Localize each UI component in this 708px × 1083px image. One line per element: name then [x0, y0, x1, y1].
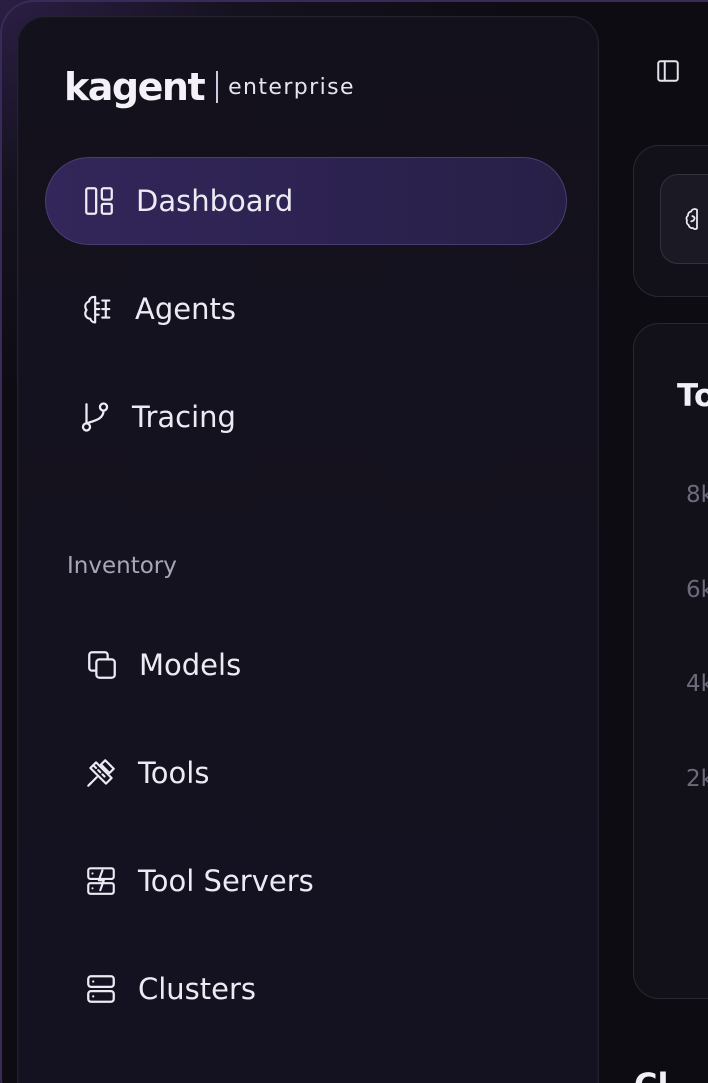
brand-subtitle: enterprise — [228, 75, 355, 100]
y-tick-label: 4k — [686, 671, 708, 697]
sidebar-item-label: Models — [139, 648, 242, 682]
sidebar-item-tool-servers[interactable]: Tool Servers — [84, 864, 314, 898]
y-tick-label: 8k — [686, 482, 708, 508]
dashboard-icon — [82, 184, 116, 218]
git-branch-icon — [78, 400, 112, 434]
copy-icon — [85, 648, 119, 682]
sidebar-item-models[interactable]: Models — [85, 648, 241, 682]
tools-icon — [84, 756, 118, 790]
panel-left-icon — [657, 60, 679, 82]
stat-card-icon-box — [660, 174, 708, 264]
brand[interactable]: kagent enterprise — [64, 62, 355, 112]
sidebar-toggle-button[interactable] — [655, 58, 681, 84]
server-icon — [84, 972, 118, 1006]
sidebar-item-label: Agents — [135, 292, 236, 326]
brand-separator — [216, 71, 219, 103]
sidebar-item-dashboard[interactable]: Dashboard — [45, 157, 567, 245]
chart-title: To — [677, 378, 708, 414]
server-bolt-icon — [84, 864, 118, 898]
sidebar-item-tracing[interactable]: Tracing — [78, 400, 236, 434]
brand-logo: kagent — [64, 65, 206, 109]
sidebar-item-clusters[interactable]: Clusters — [84, 972, 256, 1006]
sidebar-item-label: Tracing — [132, 400, 236, 434]
sidebar-item-agents[interactable]: Agents — [81, 292, 236, 326]
section-heading: Cl — [634, 1066, 668, 1083]
sidebar-item-label: Tool Servers — [138, 864, 314, 898]
chart-card — [633, 323, 708, 999]
section-label-inventory: Inventory — [67, 553, 177, 579]
sidebar-item-tools[interactable]: Tools — [84, 756, 209, 790]
y-tick-label: 6k — [686, 577, 708, 603]
sidebar-item-label: Clusters — [138, 972, 257, 1006]
app-window: kagent enterprise Dashboard Agents Traci… — [0, 0, 708, 1083]
brain-icon — [685, 208, 698, 230]
sidebar-item-label: Tools — [138, 756, 210, 790]
y-tick-label: 2k — [686, 766, 708, 792]
brain-icon — [81, 292, 115, 326]
sidebar-item-label: Dashboard — [136, 184, 294, 218]
